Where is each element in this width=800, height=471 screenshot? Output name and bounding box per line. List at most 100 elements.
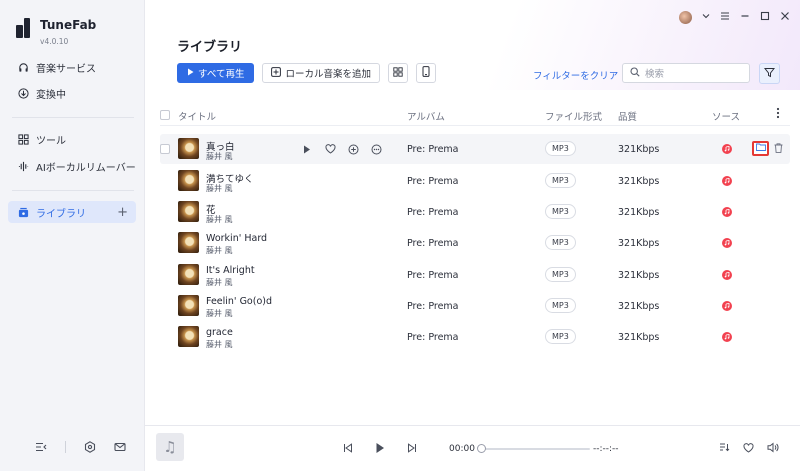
tunefab-logo-icon bbox=[16, 18, 32, 38]
add-playlist-button[interactable]: + bbox=[117, 205, 128, 220]
folder-icon bbox=[755, 143, 766, 154]
track-artist: 藤井 風 bbox=[206, 340, 233, 349]
track-title: grace bbox=[206, 327, 233, 338]
heart-icon[interactable] bbox=[324, 143, 336, 155]
add-local-music-button[interactable]: ローカル音楽を追加 bbox=[262, 63, 380, 83]
album-cover bbox=[178, 201, 199, 222]
avatar[interactable] bbox=[679, 11, 692, 24]
track-album: Pre: Prema bbox=[407, 332, 459, 343]
format-badge: MP3 bbox=[545, 329, 576, 344]
more-options-icon[interactable] bbox=[776, 107, 780, 122]
row-checkbox[interactable] bbox=[160, 144, 170, 154]
sidebar-item-converting[interactable]: 変換中 bbox=[8, 82, 136, 104]
heart-icon[interactable] bbox=[743, 442, 754, 456]
toolbar: すべて再生 ローカル音楽を追加 bbox=[177, 63, 436, 83]
search-icon bbox=[630, 66, 640, 80]
track-artist: 藤井 風 bbox=[206, 309, 233, 318]
app-logo: TuneFab v4.0.10 bbox=[16, 18, 96, 46]
page-title: ライブラリ bbox=[177, 40, 243, 55]
album-cover bbox=[178, 326, 199, 347]
sidebar-item-label: 音楽サービス bbox=[36, 63, 96, 75]
table-row[interactable]: grace 藤井 風 Pre: Prema MP3 321Kbps bbox=[160, 322, 790, 352]
track-album: Pre: Prema bbox=[407, 270, 459, 281]
sidebar-item-library[interactable]: ライブラリ + bbox=[8, 201, 136, 223]
minimize-icon[interactable] bbox=[740, 11, 750, 24]
track-quality: 321Kbps bbox=[618, 176, 660, 187]
add-to-playlist-icon[interactable] bbox=[347, 143, 359, 155]
format-badge: MP3 bbox=[545, 267, 576, 282]
table-row[interactable]: 満ちてゆく 藤井 風 Pre: Prema MP3 321Kbps bbox=[160, 166, 790, 196]
chevron-down-icon[interactable] bbox=[702, 12, 710, 23]
table-row[interactable]: Workin' Hard 藤井 風 Pre: Prema MP3 321Kbps bbox=[160, 228, 790, 258]
play-mode-icon[interactable] bbox=[719, 442, 730, 456]
music-note-icon: ♫ bbox=[156, 433, 184, 461]
track-artist: 藤井 風 bbox=[206, 278, 233, 287]
track-album: Pre: Prema bbox=[407, 176, 459, 187]
header-quality[interactable]: 品質 bbox=[618, 109, 637, 123]
sidebar-item-label: ツール bbox=[36, 135, 66, 147]
header-title[interactable]: タイトル bbox=[178, 109, 216, 123]
total-time: --:--:-- bbox=[593, 444, 619, 454]
sidebar-item-label: ライブラリ bbox=[36, 208, 86, 220]
footer-divider bbox=[65, 441, 66, 453]
more-icon[interactable] bbox=[370, 143, 382, 155]
sidebar-item-label: 変換中 bbox=[36, 89, 66, 101]
close-icon[interactable] bbox=[780, 11, 790, 24]
sidebar: TuneFab v4.0.10 音楽サービス 変換中 ツール AIボーカルリムー… bbox=[0, 0, 145, 471]
sidebar-item-ai-vocal-remover[interactable]: AIボーカルリムーバー bbox=[8, 155, 136, 177]
settings-icon[interactable] bbox=[84, 441, 96, 453]
table-row[interactable]: Feelin' Go(o)d 藤井 風 Pre: Prema MP3 321Kb… bbox=[160, 291, 790, 321]
play-pause-icon[interactable] bbox=[375, 442, 385, 457]
apple-music-icon bbox=[722, 270, 732, 280]
track-album: Pre: Prema bbox=[407, 207, 459, 218]
player-right-controls bbox=[719, 442, 779, 456]
app-version: v4.0.10 bbox=[40, 37, 69, 46]
track-quality: 321Kbps bbox=[618, 301, 660, 312]
device-button[interactable] bbox=[415, 63, 436, 83]
format-badge: MP3 bbox=[545, 141, 576, 156]
next-track-icon[interactable] bbox=[407, 443, 417, 456]
track-title: Feelin' Go(o)d bbox=[206, 296, 272, 307]
grid-icon bbox=[18, 133, 29, 145]
table-row[interactable]: 真っ白 藤井 風 Pre: Prema MP3 321Kbps bbox=[160, 134, 790, 164]
track-quality: 321Kbps bbox=[618, 207, 660, 218]
track-artist: 藤井 風 bbox=[206, 152, 233, 161]
header-source[interactable]: ソース bbox=[712, 109, 740, 123]
sidebar-item-tools[interactable]: ツール bbox=[8, 128, 136, 150]
format-badge: MP3 bbox=[545, 204, 576, 219]
track-artist: 藤井 風 bbox=[206, 215, 233, 224]
header-album[interactable]: アルバム bbox=[407, 109, 445, 123]
progress-handle[interactable] bbox=[477, 444, 486, 453]
grid-view-button[interactable] bbox=[387, 63, 408, 83]
sidebar-item-music-services[interactable]: 音楽サービス bbox=[8, 56, 136, 78]
delete-icon[interactable] bbox=[774, 143, 783, 156]
waveform-icon bbox=[18, 161, 29, 172]
progress-track[interactable] bbox=[481, 448, 590, 450]
search-input[interactable]: 検索 bbox=[622, 63, 750, 83]
maximize-icon[interactable] bbox=[760, 11, 770, 24]
open-folder-button[interactable] bbox=[752, 141, 769, 156]
previous-track-icon[interactable] bbox=[343, 443, 353, 456]
table-row[interactable]: It's Alright 藤井 風 Pre: Prema MP3 321Kbps bbox=[160, 260, 790, 290]
volume-icon[interactable] bbox=[767, 442, 779, 456]
format-badge: MP3 bbox=[545, 235, 576, 250]
window-controls bbox=[679, 11, 790, 24]
play-all-button[interactable]: すべて再生 bbox=[177, 63, 255, 83]
track-album: Pre: Prema bbox=[407, 301, 459, 312]
sidebar-divider bbox=[12, 117, 134, 118]
track-title: It's Alright bbox=[206, 265, 255, 276]
track-quality: 321Kbps bbox=[618, 238, 660, 249]
track-artist: 藤井 風 bbox=[206, 246, 233, 255]
header-format[interactable]: ファイル形式 bbox=[545, 109, 602, 123]
apple-music-icon bbox=[722, 238, 732, 248]
clear-filter-link[interactable]: フィルターをクリア bbox=[533, 68, 618, 82]
select-all-checkbox[interactable] bbox=[160, 110, 170, 120]
mail-icon[interactable] bbox=[114, 441, 126, 453]
filter-button[interactable] bbox=[759, 63, 780, 84]
track-album: Pre: Prema bbox=[407, 238, 459, 249]
play-icon[interactable] bbox=[301, 143, 313, 155]
table-row[interactable]: 花 藤井 風 Pre: Prema MP3 321Kbps bbox=[160, 197, 790, 227]
track-album: Pre: Prema bbox=[407, 144, 459, 155]
collapse-sidebar-icon[interactable] bbox=[35, 441, 47, 453]
menu-icon[interactable] bbox=[720, 11, 730, 24]
